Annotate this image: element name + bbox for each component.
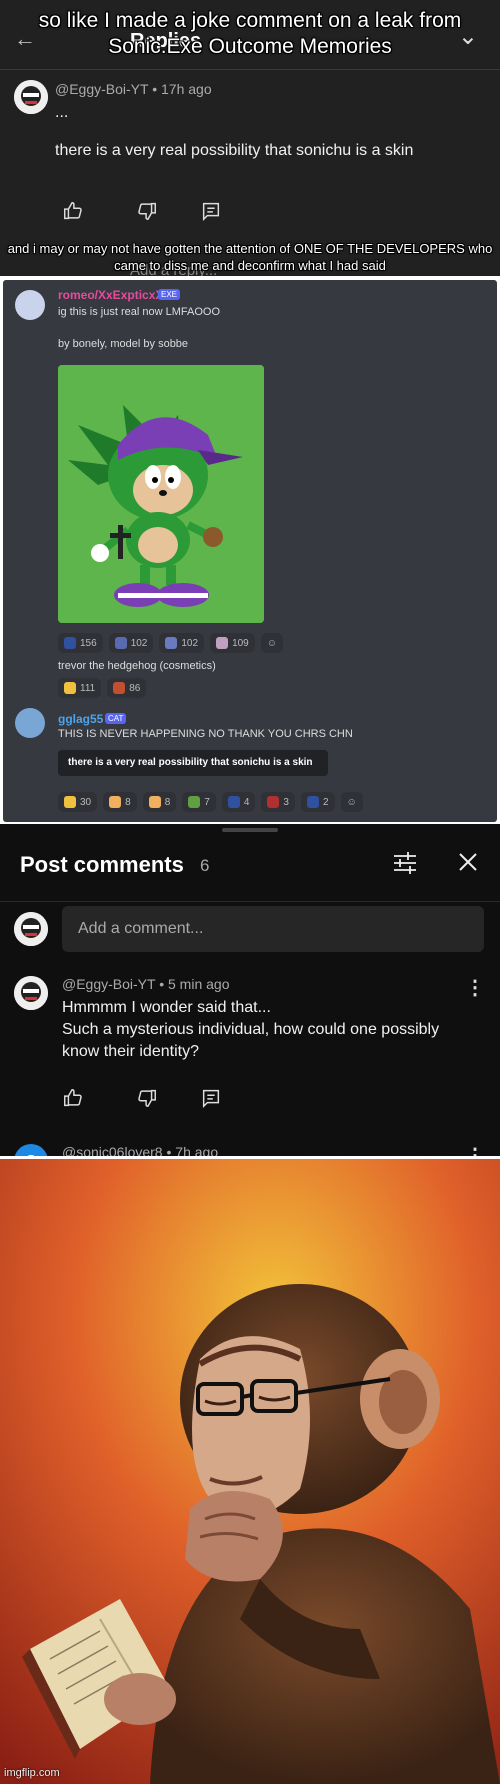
discord-avatar[interactable] (15, 708, 45, 738)
discord-avatar[interactable] (15, 290, 45, 320)
reply-icon[interactable] (200, 200, 222, 227)
post-comments-title: Post comments (20, 852, 184, 877)
reaction-chip[interactable]: 86 (107, 678, 147, 698)
reaction-chip[interactable]: 3 (261, 792, 295, 812)
reaction-chip[interactable]: 109 (210, 633, 255, 653)
divider (0, 901, 500, 902)
monkey-painting (0, 1159, 500, 1784)
reaction-chip[interactable]: 111 (58, 678, 102, 698)
reaction-row: 111 86 (58, 678, 147, 698)
emoji-icon (64, 637, 76, 649)
emoji-icon (227, 796, 240, 808)
comment-author-meta[interactable]: @Eggy-Boi-YT • 5 min ago (62, 976, 229, 992)
avatar[interactable] (14, 80, 48, 114)
caption-middle: and i may or may not have gotten the att… (7, 241, 493, 273)
caption-top: so like I made a joke comment on a leak … (38, 9, 462, 58)
emoji-icon (114, 637, 127, 649)
discord-panel: romeo/XxExpticxX EXE ig this is just rea… (3, 280, 497, 822)
comment-line: know their identity? (62, 1043, 199, 1060)
reaction-chip[interactable]: 8 (142, 792, 177, 812)
emoji-icon (64, 796, 76, 808)
crying-emoji-icon (64, 682, 76, 694)
comment-line: Such a mysterious individual, how could … (62, 1021, 440, 1038)
discord-message: ig this is just real now LMFAOOO (58, 306, 220, 318)
comment-author-meta[interactable]: @Eggy-Boi-YT • 17h ago (55, 81, 212, 97)
discord-subtext: trevor the hedgehog (cosmetics) (58, 660, 216, 672)
add-reaction-icon[interactable]: ☺ (260, 633, 283, 653)
reaction-chip[interactable]: 2 (300, 792, 335, 812)
avatar-letter: S (26, 1152, 36, 1156)
reaction-row: 30 8 8 7 4 3 2 ☺ (58, 792, 363, 812)
imgflip-watermark: imgflip.com (4, 1767, 60, 1779)
more-options-icon[interactable]: ⋮ (465, 978, 485, 998)
post-comments-panel: Post comments 6 Add a comment... @Eggy-B… (0, 824, 500, 1156)
sonic-skin-image[interactable] (58, 365, 264, 623)
comment-line: there is a very real possibility that so… (55, 142, 414, 159)
discord-message: THIS IS NEVER HAPPENING NO THANK YOU CHR… (58, 728, 353, 740)
reaction-chip[interactable]: 4 (221, 792, 256, 812)
emoji-icon (267, 796, 280, 808)
comment-line: ... (55, 104, 69, 121)
avatar-image (14, 976, 48, 1010)
reply-icon[interactable] (200, 1087, 222, 1114)
close-icon[interactable] (456, 850, 480, 879)
discord-tag: EXE (158, 289, 181, 300)
reaction-chip[interactable]: 156 (58, 633, 103, 653)
replies-panel: ← Replies ⌄ @Eggy-Boi-YT • 17h ago ... t… (0, 0, 500, 276)
more-options-icon[interactable]: ⋮ (465, 1146, 485, 1156)
drag-handle[interactable] (222, 828, 278, 832)
like-icon[interactable] (62, 1087, 84, 1114)
like-icon[interactable] (62, 200, 84, 227)
thinking-monkey-image (0, 1159, 500, 1784)
discord-username[interactable]: gglag55 (58, 712, 103, 726)
thumbs-up-icon (109, 796, 122, 808)
brick-emoji-icon (113, 682, 126, 694)
reaction-chip[interactable]: 7 (182, 792, 216, 812)
emoji-icon (188, 796, 201, 808)
hedgehog-picture (58, 365, 264, 623)
quoted-message: there is a very real possibility that so… (58, 750, 328, 776)
emoji-icon (306, 796, 319, 808)
avatar[interactable] (14, 912, 48, 946)
dislike-icon[interactable] (136, 1087, 158, 1114)
thumbs-down-icon (148, 796, 161, 808)
add-comment-input[interactable]: Add a comment... (62, 906, 484, 952)
avatar-image (14, 80, 48, 114)
reaction-chip[interactable]: 30 (58, 792, 98, 812)
comment-author-meta[interactable]: @sonic06lover8 • 7h ago (62, 1144, 218, 1156)
avatar-image (14, 912, 48, 946)
reaction-chip[interactable]: 102 (159, 633, 205, 653)
filter-icon[interactable] (392, 850, 418, 881)
discord-caption: by bonely, model by sobbe (58, 338, 189, 350)
avatar[interactable] (14, 976, 48, 1010)
reaction-chip[interactable]: 102 (108, 633, 154, 653)
emoji-icon (165, 637, 178, 649)
discord-tag: CAT (105, 713, 127, 724)
comment-count: 6 (200, 856, 210, 875)
comment-line: Hmmmm I wonder said that... (62, 999, 271, 1016)
discord-username[interactable]: romeo/XxExpticxX (58, 288, 163, 302)
emoji-icon (216, 637, 229, 649)
avatar[interactable]: S (14, 1144, 48, 1156)
reaction-row: 156 102 102 109 ☺ (58, 633, 283, 653)
dislike-icon[interactable] (136, 200, 158, 227)
reaction-chip[interactable]: 8 (103, 792, 137, 812)
add-reaction-icon[interactable]: ☺ (340, 792, 363, 812)
